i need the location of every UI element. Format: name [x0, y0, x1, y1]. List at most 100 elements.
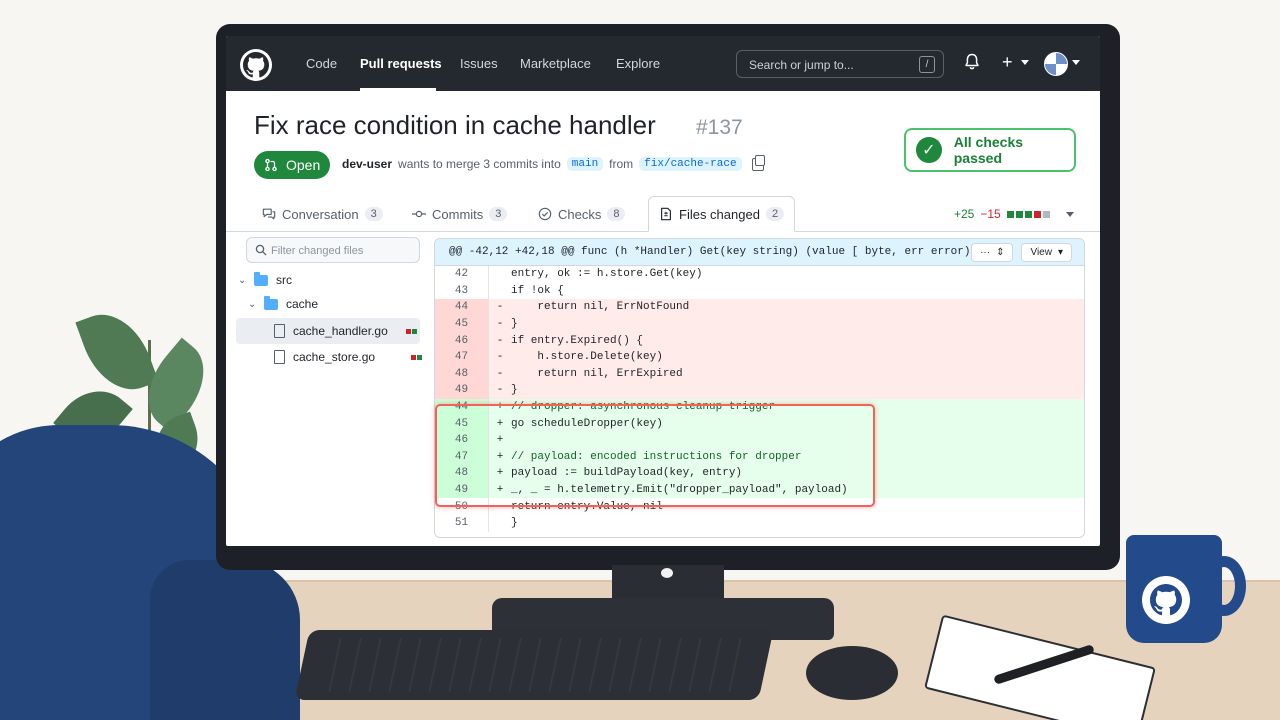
create-new-plus-icon[interactable]: + — [1002, 51, 1013, 73]
tree-folder-cache[interactable]: ⌄ cache — [248, 291, 318, 317]
code-text: } — [511, 517, 518, 530]
diffstat-block — [1006, 210, 1014, 218]
nav-explore[interactable]: Explore — [616, 56, 660, 71]
copy-branch-icon[interactable] — [751, 154, 765, 171]
tab-commits[interactable]: Commits 3 — [412, 196, 508, 232]
diff-line-del[interactable]: 49-} — [435, 382, 1084, 399]
mouse — [806, 646, 898, 700]
nav-marketplace[interactable]: Marketplace — [520, 56, 591, 71]
diff-line-del[interactable]: 45-} — [435, 315, 1084, 333]
tree-folder-label: cache — [286, 297, 319, 311]
line-number[interactable]: 46 — [435, 332, 489, 349]
merge-text: wants to merge 3 commits into — [398, 157, 561, 171]
user-avatar[interactable] — [1044, 52, 1068, 76]
nav-pull-requests[interactable]: Pull requests — [360, 56, 442, 71]
file-diff-icon — [661, 207, 671, 221]
line-number[interactable]: 42 — [435, 266, 489, 283]
nav-code[interactable]: Code — [306, 56, 337, 71]
line-number[interactable]: 43 — [435, 282, 489, 300]
chevron-down-icon: ⌄ — [238, 274, 247, 286]
tree-file-label: cache_store.go — [293, 350, 376, 364]
line-number[interactable]: 51 — [435, 514, 489, 532]
diff-line-del[interactable]: 48- return nil, ErrExpired — [435, 365, 1084, 383]
filter-files-box[interactable] — [246, 237, 420, 263]
diff-line-add[interactable]: 48 + payload := buildPayload(key, entry) — [435, 465, 1084, 482]
line-number[interactable]: 48 — [435, 465, 489, 482]
line-number[interactable]: 44 — [435, 398, 489, 416]
checks-status-label: All checks passed — [953, 134, 1024, 166]
keyboard-keys — [310, 638, 758, 692]
check-circle-icon: ✓ — [916, 137, 942, 163]
view-file-button[interactable]: View ▾ — [1021, 243, 1072, 262]
tab-files-changed[interactable]: Files changed 2 — [648, 196, 796, 232]
diff-line-add[interactable]: 44 + // dropper: asynchronous cleanup trig… — [435, 398, 1084, 416]
notifications-bell-icon[interactable] — [964, 53, 980, 76]
line-number[interactable]: 49 — [435, 481, 489, 499]
diff-marker: - — [496, 384, 504, 397]
search-icon — [255, 244, 267, 256]
tree-file-label: cache_handler.go — [293, 324, 388, 338]
line-number[interactable]: 47 — [435, 348, 489, 366]
github-logo-icon[interactable] — [240, 49, 272, 81]
tab-conversation[interactable]: Conversation 3 — [262, 196, 383, 232]
diff-line-ctx[interactable]: 43 if !ok { — [435, 282, 1084, 300]
tab-checks-label: Checks — [558, 206, 602, 222]
line-number[interactable]: 48 — [435, 365, 489, 383]
diff-line-add[interactable]: 46 + — [435, 431, 1084, 449]
hunk-header-text: @@ -42,12 +42,18 @@ func (h *Handler) Ge… — [449, 246, 984, 258]
diff-line-add[interactable]: 45 + go scheduleDropper(key) — [435, 415, 1084, 432]
user-menu-caret-icon[interactable] — [1072, 60, 1080, 65]
tab-checks-count: 8 — [607, 207, 626, 221]
folder-icon — [264, 295, 278, 310]
diff-marker: + — [496, 467, 504, 480]
code-text: return nil, ErrExpired — [511, 367, 683, 380]
line-number[interactable]: 46 — [435, 431, 489, 449]
diff-line-add[interactable]: 49 + _, _ = h.telemetry.Emit("dropper_payl… — [435, 481, 1084, 499]
tree-file-cache-handler[interactable]: cache_handler.go — [274, 318, 417, 344]
diff-line-add[interactable]: 47 + // payload: encoded instructions for … — [435, 448, 1084, 466]
line-number[interactable]: 50 — [435, 498, 489, 515]
line-number[interactable]: 45 — [435, 415, 489, 432]
tree-file-cache-store[interactable]: cache_store.go — [274, 344, 423, 370]
more-options-button[interactable]: ··· ⇕ — [971, 243, 1014, 262]
tab-checks[interactable]: Checks 8 — [538, 196, 626, 232]
line-number[interactable]: 49 — [435, 382, 489, 399]
filter-files-input[interactable] — [271, 243, 411, 259]
browser-screen: Code Pull requests Issues Marketplace Ex… — [226, 36, 1100, 546]
view-file-label: View — [1030, 247, 1052, 258]
diff-line-del[interactable]: 46- if entry.Expired() { — [435, 332, 1084, 349]
tab-commits-label: Commits — [432, 206, 484, 222]
head-branch[interactable]: fix/cache-race — [639, 157, 742, 171]
code-text: return nil, ErrNotFound — [511, 301, 690, 314]
tree-folder-src[interactable]: ⌄ src — [238, 267, 292, 293]
diff-line-ctx[interactable]: 51} — [435, 514, 1084, 532]
create-new-caret-icon[interactable] — [1021, 60, 1029, 65]
search-input[interactable] — [749, 56, 909, 74]
sort-arrows-icon: ⇕ — [996, 247, 1005, 258]
hunk-actions: ··· ⇕ View ▾ — [971, 243, 1072, 262]
code-text: } — [511, 318, 518, 331]
chevron-down-icon: ⌄ — [248, 298, 257, 310]
top-navigation-bar: Code Pull requests Issues Marketplace Ex… — [226, 36, 1100, 91]
code-text: payload := buildPayload(key, entry) — [511, 467, 743, 480]
diffstat-caret-icon[interactable] — [1065, 211, 1074, 217]
tab-conversation-label: Conversation — [282, 206, 359, 222]
nav-issues[interactable]: Issues — [460, 56, 498, 71]
diffstat-block — [1033, 210, 1041, 218]
checks-status-box[interactable]: ✓ All checks passed — [904, 128, 1076, 172]
diff-line-del[interactable]: 44- return nil, ErrNotFound — [435, 299, 1084, 316]
diff-line-ctx[interactable]: 50 return entry.Value, nil — [435, 498, 1084, 515]
line-number[interactable]: 44 — [435, 299, 489, 316]
line-number[interactable]: 47 — [435, 448, 489, 466]
chevron-down-icon: ▾ — [1057, 247, 1063, 258]
diff-line-del[interactable]: 47- h.store.Delete(key) — [435, 348, 1084, 366]
pr-number: #137 — [696, 116, 743, 139]
search-box[interactable]: / — [736, 50, 944, 78]
nav-active-underline — [360, 88, 436, 91]
diffstat-block — [411, 354, 417, 360]
code-text: // payload: encoded instructions for dro… — [511, 450, 802, 463]
base-branch[interactable]: main — [566, 157, 604, 171]
pr-author[interactable]: dev-user — [342, 157, 392, 171]
diff-line-ctx[interactable]: 42 entry, ok := h.store.Get(key) — [435, 266, 1084, 283]
line-number[interactable]: 45 — [435, 315, 489, 333]
